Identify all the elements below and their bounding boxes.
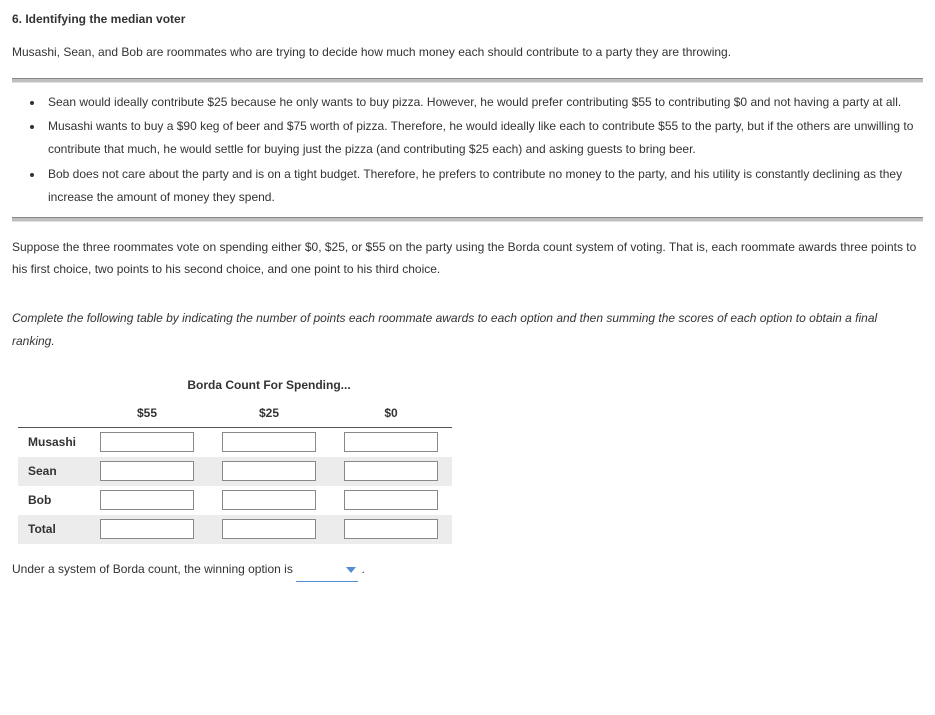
table-overhead: Borda Count For Spending... [86,371,452,399]
row-label-bob: Bob [18,486,86,515]
winning-option-dropdown[interactable] [296,559,358,583]
input-musashi-0[interactable] [344,432,438,452]
divider-top [12,78,923,83]
list-item: Sean would ideally contribute $25 becaus… [44,91,923,114]
scenario-list: Sean would ideally contribute $25 becaus… [44,91,923,209]
table-instruction: Complete the following table by indicati… [12,307,923,353]
question-title: 6. Identifying the median voter [12,8,923,31]
input-musashi-25[interactable] [222,432,316,452]
input-bob-25[interactable] [222,490,316,510]
row-label-total: Total [18,515,86,544]
input-sean-55[interactable] [100,461,194,481]
row-label-sean: Sean [18,457,86,486]
input-total-0[interactable] [344,519,438,539]
input-total-25[interactable] [222,519,316,539]
list-item: Musashi wants to buy a $90 keg of beer a… [44,115,923,161]
chevron-down-icon [346,567,356,573]
input-bob-0[interactable] [344,490,438,510]
col-header-25: $25 [208,399,330,428]
col-header-0: $0 [330,399,452,428]
borda-table: Borda Count For Spending... $55 $25 $0 M… [18,371,452,544]
intro-text: Musashi, Sean, and Bob are roommates who… [12,41,923,64]
input-total-55[interactable] [100,519,194,539]
voting-paragraph: Suppose the three roommates vote on spen… [12,236,923,282]
conclusion-suffix: . [362,562,365,576]
conclusion-prefix: Under a system of Borda count, the winni… [12,562,293,576]
divider-bottom [12,217,923,222]
conclusion-sentence: Under a system of Borda count, the winni… [12,558,923,582]
input-sean-0[interactable] [344,461,438,481]
row-label-musashi: Musashi [18,428,86,457]
input-sean-25[interactable] [222,461,316,481]
input-musashi-55[interactable] [100,432,194,452]
list-item: Bob does not care about the party and is… [44,163,923,209]
col-header-55: $55 [86,399,208,428]
input-bob-55[interactable] [100,490,194,510]
